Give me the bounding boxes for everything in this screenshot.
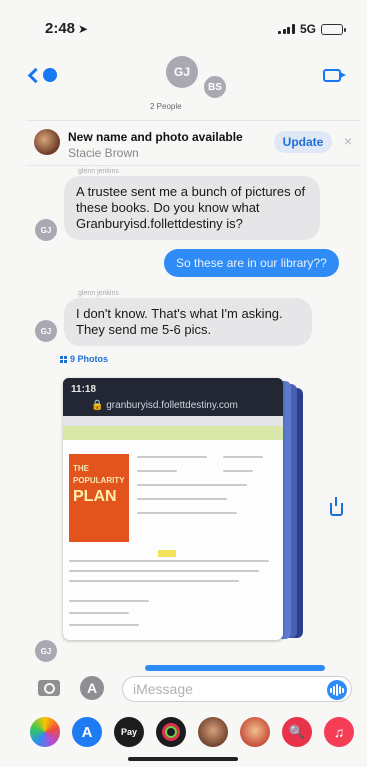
- people-count[interactable]: 2 People: [150, 102, 182, 111]
- screenshot-nav: [63, 416, 283, 426]
- message-input[interactable]: [123, 677, 303, 701]
- conversation-header: GJ BS 2 People: [0, 48, 367, 116]
- image-search-icon[interactable]: 🔍: [282, 717, 312, 747]
- activity-icon[interactable]: [156, 717, 186, 747]
- screenshot-page: THE POPULARITY PLAN: [63, 440, 283, 640]
- status-bar: 2:48 ➤ 5G: [0, 0, 367, 40]
- photos-count: 9 Photos: [70, 354, 109, 364]
- message-bubble-incoming[interactable]: I don't know. That's what I'm asking. Th…: [64, 298, 312, 346]
- share-icon[interactable]: [330, 497, 343, 516]
- avatar-gj[interactable]: GJ: [166, 56, 198, 88]
- message-input-field[interactable]: [122, 676, 352, 702]
- app-store-icon[interactable]: A: [80, 676, 104, 700]
- memoji-icon-2[interactable]: [240, 717, 270, 747]
- sender-name: glenn jenkins: [78, 290, 119, 297]
- video-call-icon[interactable]: [323, 69, 346, 82]
- name-photo-banner: New name and photo available Stacie Brow…: [26, 120, 361, 166]
- messages-screen: 2:48 ➤ 5G GJ BS 2 People New name and pho…: [0, 0, 367, 767]
- outgoing-bubble-edge: [145, 665, 325, 671]
- sender-avatar[interactable]: GJ: [35, 320, 57, 342]
- photos-app-icon[interactable]: [30, 717, 60, 747]
- audio-message-icon[interactable]: [327, 680, 347, 700]
- home-indicator[interactable]: [128, 757, 238, 761]
- contact-photo: [34, 129, 60, 155]
- update-button[interactable]: Update: [274, 131, 332, 153]
- photo-screenshot[interactable]: 11:18 🔒 granburyisd.follettdestiny.com T…: [63, 378, 283, 640]
- message-bubble-outgoing[interactable]: So these are in our library??: [164, 249, 339, 277]
- grid-icon: [60, 355, 67, 363]
- app-store-app-icon[interactable]: A: [72, 717, 102, 747]
- unread-dot: [43, 68, 57, 82]
- photos-stack-label[interactable]: 9 Photos: [60, 354, 108, 364]
- screenshot-browser-bar: 11:18 🔒 granburyisd.follettdestiny.com: [63, 378, 283, 416]
- sender-avatar[interactable]: GJ: [35, 219, 57, 241]
- screenshot-url: 🔒 granburyisd.follettdestiny.com: [91, 400, 238, 411]
- memoji-icon[interactable]: [198, 717, 228, 747]
- network-type: 5G: [299, 22, 316, 36]
- screenshot-breadcrumb: [63, 426, 283, 440]
- app-drawer: A Pay 🔍 ♫: [30, 716, 367, 748]
- battery-icon: [321, 23, 346, 35]
- camera-icon[interactable]: [38, 680, 60, 696]
- apple-pay-icon[interactable]: Pay: [114, 717, 144, 747]
- avatar-bs[interactable]: BS: [202, 74, 228, 100]
- message-bubble-incoming[interactable]: A trustee sent me a bunch of pictures of…: [64, 176, 320, 240]
- close-icon[interactable]: ×: [344, 133, 352, 149]
- sender-avatar[interactable]: GJ: [35, 640, 57, 662]
- banner-contact-name: Stacie Brown: [68, 146, 139, 160]
- photo-stack[interactable]: 11:18 🔒 granburyisd.follettdestiny.com T…: [63, 378, 313, 648]
- chevron-left-icon: [27, 67, 44, 84]
- book-cover: THE POPULARITY PLAN: [69, 454, 129, 542]
- location-arrow-icon: ➤: [78, 22, 89, 36]
- banner-title: New name and photo available: [68, 130, 243, 144]
- screenshot-time: 11:18: [71, 384, 97, 395]
- sender-name: glenn jenkins: [78, 168, 119, 175]
- highlight-mark: [158, 550, 176, 557]
- back-button[interactable]: [27, 67, 57, 84]
- music-icon[interactable]: ♫: [324, 717, 354, 747]
- status-indicators: 5G: [278, 22, 346, 36]
- signal-bars-icon: [278, 24, 295, 34]
- status-time: 2:48 ➤: [45, 20, 89, 37]
